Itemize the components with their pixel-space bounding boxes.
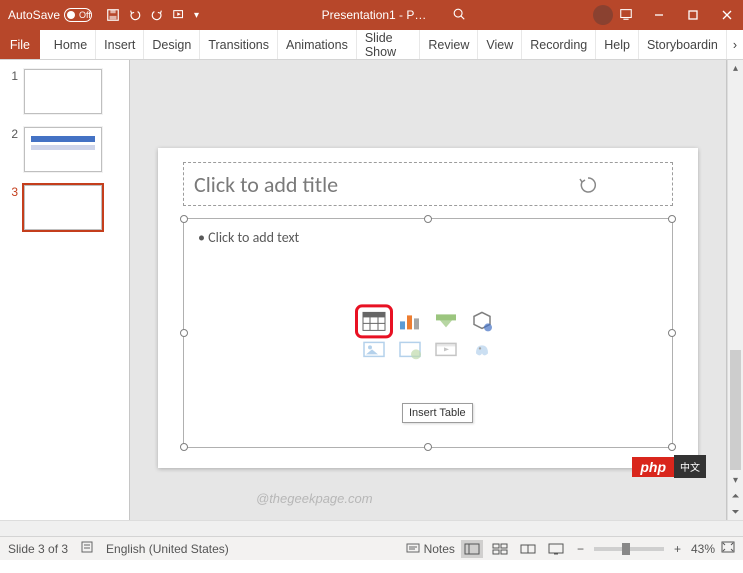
selection-handle[interactable] bbox=[180, 329, 188, 337]
notes-button[interactable]: Notes bbox=[406, 542, 455, 556]
content-placeholder[interactable]: Click to add text bbox=[183, 218, 673, 448]
thumbnail-row: 1 bbox=[0, 60, 129, 118]
autosave-toggle[interactable]: Off bbox=[64, 8, 92, 22]
account-area[interactable] bbox=[583, 5, 643, 25]
selection-handle[interactable] bbox=[180, 443, 188, 451]
cn-badge: 中文 bbox=[674, 455, 706, 478]
thumbnail-row: 2 bbox=[0, 118, 129, 176]
vertical-scrollbar[interactable]: ▴ ▾ ⏶ ⏷ bbox=[727, 60, 743, 520]
scroll-thumb[interactable] bbox=[730, 350, 741, 470]
autosave-state: Off bbox=[79, 10, 91, 20]
ribbon-display-icon[interactable] bbox=[619, 7, 633, 24]
notes-label: Notes bbox=[424, 542, 455, 556]
thumbnail-row: 3 bbox=[0, 176, 129, 234]
ribbon-tabs: File Home Insert Design Transitions Anim… bbox=[0, 30, 743, 60]
insert-3d-model-icon[interactable] bbox=[468, 309, 496, 333]
tab-home[interactable]: Home bbox=[46, 30, 96, 59]
scroll-up-icon[interactable]: ▴ bbox=[728, 60, 743, 76]
zoom-out-button[interactable]: − bbox=[573, 542, 588, 556]
status-bar: Slide 3 of 3 English (United States) Not… bbox=[0, 536, 743, 560]
content-icon-grid bbox=[353, 305, 503, 365]
thumbnail-slide-2[interactable] bbox=[24, 127, 102, 172]
tab-insert[interactable]: Insert bbox=[96, 30, 144, 59]
selection-handle[interactable] bbox=[180, 215, 188, 223]
tab-review[interactable]: Review bbox=[420, 30, 478, 59]
slide-counter: Slide 3 of 3 bbox=[8, 542, 68, 556]
search-icon[interactable] bbox=[452, 7, 466, 24]
slide-sorter-button[interactable] bbox=[489, 540, 511, 558]
previous-slide-icon[interactable]: ⏶ bbox=[728, 488, 743, 504]
watermark-text: @thegeekpage.com bbox=[256, 491, 373, 506]
reading-view-button[interactable] bbox=[517, 540, 539, 558]
quick-access-toolbar: ▾ bbox=[100, 8, 205, 22]
insert-smartart-icon[interactable] bbox=[432, 309, 460, 333]
autosave-label: AutoSave bbox=[8, 8, 60, 22]
horizontal-scrollbar[interactable] bbox=[0, 520, 743, 536]
thumbnail-pane[interactable]: 1 2 3 bbox=[0, 60, 130, 520]
save-icon[interactable] bbox=[106, 8, 120, 22]
tab-view[interactable]: View bbox=[478, 30, 522, 59]
zoom-slider-handle[interactable] bbox=[622, 543, 630, 555]
tab-transitions[interactable]: Transitions bbox=[200, 30, 278, 59]
rotate-handle-icon[interactable] bbox=[578, 175, 598, 200]
selection-handle[interactable] bbox=[668, 443, 676, 451]
scroll-down-icon[interactable]: ▾ bbox=[728, 472, 743, 488]
selection-handle[interactable] bbox=[424, 215, 432, 223]
insert-table-icon[interactable] bbox=[360, 309, 388, 333]
title-placeholder-text: Click to add title bbox=[184, 163, 672, 206]
insert-chart-icon[interactable] bbox=[396, 309, 424, 333]
close-button[interactable] bbox=[711, 0, 743, 30]
php-badge: php bbox=[632, 457, 674, 477]
selection-handle[interactable] bbox=[668, 329, 676, 337]
tab-help[interactable]: Help bbox=[596, 30, 639, 59]
normal-view-button[interactable] bbox=[461, 540, 483, 558]
body-placeholder-text: Click to add text bbox=[184, 219, 672, 256]
selection-handle[interactable] bbox=[424, 443, 432, 451]
tab-file[interactable]: File bbox=[0, 30, 40, 59]
ribbon-overflow-icon[interactable]: › bbox=[727, 38, 743, 52]
zoom-in-button[interactable]: + bbox=[670, 542, 685, 556]
title-placeholder[interactable]: Click to add title bbox=[183, 162, 673, 206]
tab-recording[interactable]: Recording bbox=[522, 30, 596, 59]
tab-storyboarding[interactable]: Storyboardin bbox=[639, 30, 727, 59]
workspace: 1 2 3 Click to add title bbox=[0, 60, 743, 520]
minimize-button[interactable] bbox=[643, 0, 675, 30]
insert-video-icon[interactable] bbox=[432, 337, 460, 361]
window-title-area: Presentation1 - P… bbox=[205, 7, 583, 24]
redo-icon[interactable] bbox=[150, 8, 164, 22]
zoom-level[interactable]: 43% bbox=[691, 542, 715, 556]
selection-handle[interactable] bbox=[668, 215, 676, 223]
thumbnail-number: 2 bbox=[6, 127, 18, 141]
zoom-slider[interactable] bbox=[594, 547, 664, 551]
insert-table-tooltip: Insert Table bbox=[402, 403, 473, 423]
start-from-beginning-icon[interactable] bbox=[172, 8, 186, 22]
undo-icon[interactable] bbox=[128, 8, 142, 22]
thumbnail-slide-1[interactable] bbox=[24, 69, 102, 114]
slideshow-view-button[interactable] bbox=[545, 540, 567, 558]
next-slide-icon[interactable]: ⏷ bbox=[728, 504, 743, 520]
avatar bbox=[593, 5, 613, 25]
slide[interactable]: Click to add title Click to add text bbox=[158, 148, 698, 468]
slide-canvas-area[interactable]: Click to add title Click to add text bbox=[130, 60, 727, 520]
tab-design[interactable]: Design bbox=[144, 30, 200, 59]
title-bar: AutoSave Off ▾ Presentation1 - P… bbox=[0, 0, 743, 30]
window-controls bbox=[643, 0, 743, 30]
thumbnail-number: 1 bbox=[6, 69, 18, 83]
fit-to-window-button[interactable] bbox=[721, 541, 735, 556]
insert-pictures-icon[interactable] bbox=[360, 337, 388, 361]
autosave-group: AutoSave Off bbox=[0, 8, 100, 22]
qat-more-icon[interactable]: ▾ bbox=[194, 10, 199, 21]
maximize-button[interactable] bbox=[677, 0, 709, 30]
thumbnail-number: 3 bbox=[6, 185, 18, 199]
tab-animations[interactable]: Animations bbox=[278, 30, 357, 59]
document-title: Presentation1 - P… bbox=[322, 8, 427, 22]
footer-badge: php 中文 bbox=[632, 455, 706, 478]
thumbnail-slide-3[interactable] bbox=[24, 185, 102, 230]
tab-slide-show[interactable]: Slide Show bbox=[357, 30, 421, 59]
language-status[interactable]: English (United States) bbox=[106, 542, 229, 556]
insert-icon-icon[interactable] bbox=[468, 337, 496, 361]
insert-online-pictures-icon[interactable] bbox=[396, 337, 424, 361]
accessibility-icon[interactable] bbox=[80, 540, 94, 557]
